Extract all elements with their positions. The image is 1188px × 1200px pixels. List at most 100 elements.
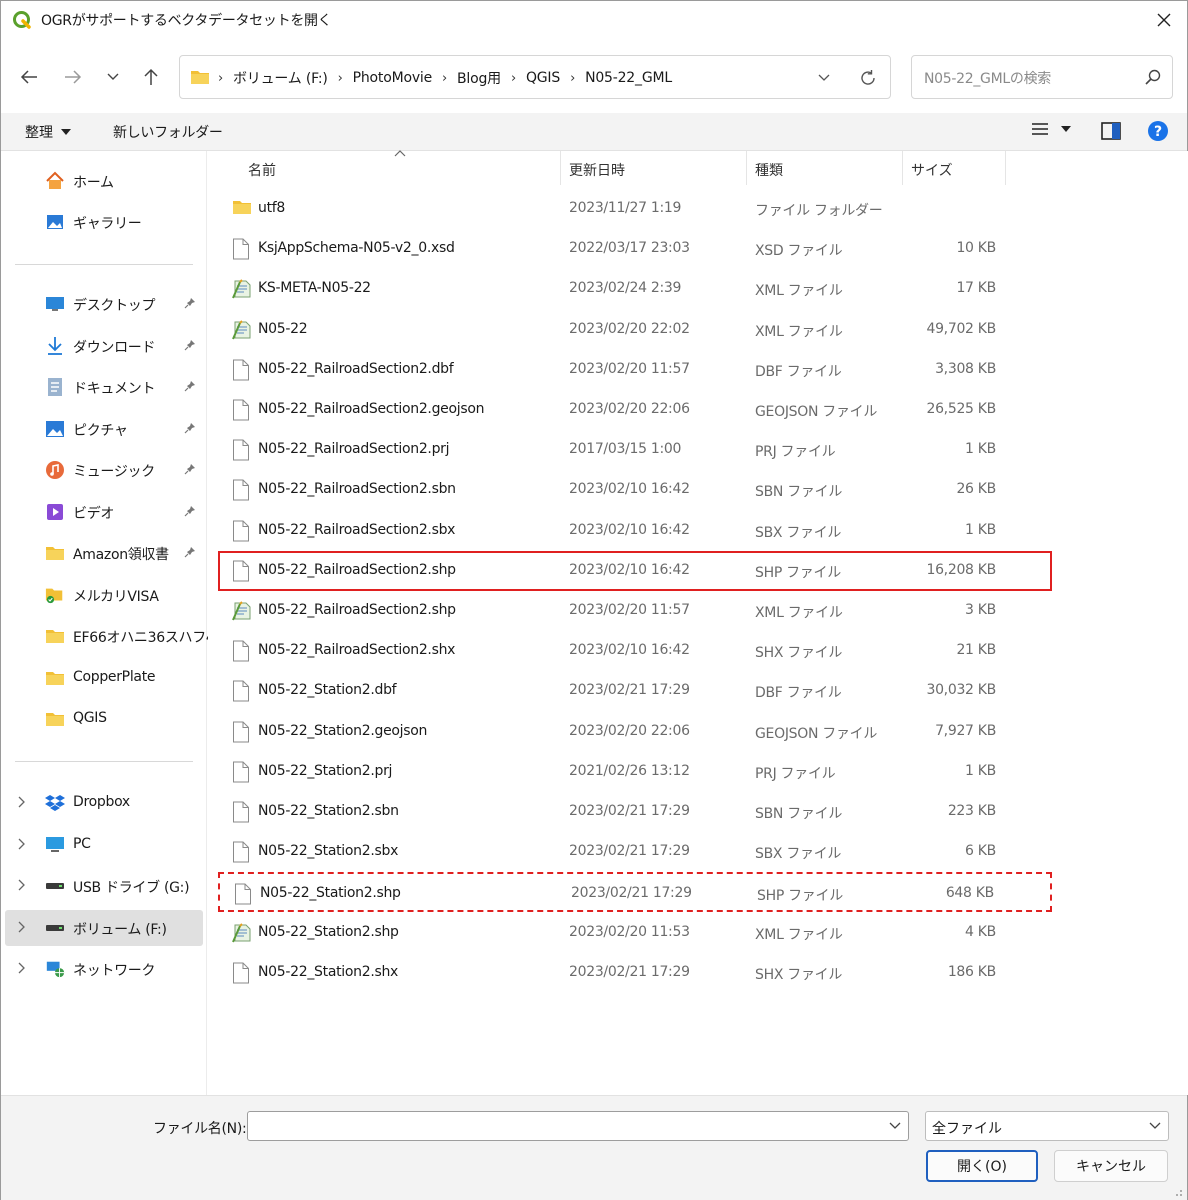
videos-icon [45, 502, 65, 522]
file-row[interactable]: N05-22_Station2.sbx 2023/02/21 17:29 SBX フ… [218, 832, 1052, 872]
file-row[interactable]: N05-22_Station2.dbf 2023/02/21 17:29 DBF フ… [218, 671, 1052, 711]
cancel-button[interactable]: キャンセル [1054, 1150, 1168, 1182]
file-row[interactable]: N05-22_RailroadSection2.shx 2023/02/10 16… [218, 631, 1052, 671]
open-button[interactable]: 開く(O) [926, 1150, 1038, 1182]
filetype-select[interactable]: 全ファイル [925, 1111, 1169, 1141]
back-button[interactable] [15, 63, 43, 91]
file-name: N05-22_Station2.shp [260, 885, 401, 902]
file-type: ファイル フォルダー [755, 203, 883, 219]
file-size: 4 KB [965, 923, 996, 940]
column-header-type[interactable]: 種類 [755, 160, 783, 180]
file-name: N05-22 [258, 320, 308, 337]
file-icon [232, 841, 252, 863]
pin-icon[interactable] [184, 546, 196, 562]
file-name: N05-22_Station2.prj [258, 762, 393, 779]
column-divider[interactable] [560, 151, 561, 185]
sidebar-item-1[interactable]: デスクトップ [1, 286, 205, 322]
column-divider[interactable] [746, 151, 747, 185]
sidebar-location-5[interactable]: ネットワーク [1, 951, 205, 987]
column-divider[interactable] [902, 151, 903, 185]
breadcrumb-n05-22-gml[interactable]: N05-22_GML [585, 70, 672, 86]
sidebar-item-10[interactable]: CopperPlate [1, 660, 205, 696]
help-button[interactable]: ? [1147, 120, 1169, 146]
file-row[interactable]: N05-22_Station2.geojson 2023/02/20 22:06 G… [218, 712, 1052, 752]
sidebar-item-9[interactable]: EF66オハニ36スハフ43 [1, 618, 223, 654]
file-row[interactable]: N05-22_Station2.shp 2023/02/21 17:29 SHP フ… [218, 872, 1052, 913]
file-row[interactable]: N05-22_RailroadSection2.geojson 2023/02/2… [218, 390, 1052, 430]
file-row[interactable]: N05-22_RailroadSection2.sbx 2023/02/10 16… [218, 511, 1052, 551]
up-button[interactable] [137, 63, 165, 91]
chevron-right-icon[interactable] [17, 879, 25, 895]
file-row[interactable]: N05-22_Station2.prj 2021/02/26 13:12 PRJ フ… [218, 752, 1052, 792]
chevron-right-icon[interactable] [17, 921, 25, 937]
filename-input[interactable] [247, 1111, 909, 1141]
chevron-down-icon[interactable] [888, 1118, 902, 1132]
file-modified: 2023/02/20 11:57 [569, 602, 690, 618]
breadcrumb-photomovie[interactable]: PhotoMovie [353, 70, 433, 86]
file-row[interactable]: N05-22_Station2.shp 2023/02/20 11:53 XML フ… [218, 913, 1052, 953]
sidebar-item-home[interactable]: ホーム [1, 163, 205, 199]
sort-ascending-icon [394, 150, 406, 157]
file-row[interactable]: KsjAppSchema-N05-v2_0.xsd 2022/03/17 23:0… [218, 229, 1052, 269]
column-header-modified[interactable]: 更新日時 [569, 160, 625, 180]
file-row[interactable]: N05-22_RailroadSection2.shp 2023/02/10 16… [218, 550, 1052, 591]
sidebar-location-1[interactable]: Dropbox [1, 785, 205, 821]
file-modified: 2023/02/10 16:42 [569, 521, 690, 538]
file-row[interactable]: N05-22_RailroadSection2.shp 2023/02/20 11… [218, 591, 1052, 631]
close-button[interactable] [1149, 5, 1179, 35]
sidebar-item-7[interactable]: Amazon領収書 [1, 535, 205, 571]
sidebar-item-11[interactable]: QGIS [1, 701, 205, 737]
home-icon [45, 171, 65, 191]
column-header-name[interactable]: 名前 [248, 160, 276, 180]
address-bar[interactable]: › ボリューム (F:) › PhotoMovie › Blog用 › QGIS… [179, 55, 891, 99]
file-type: SBX ファイル [755, 524, 842, 541]
sidebar-item-5[interactable]: ミュージック [1, 452, 205, 488]
pin-icon[interactable] [184, 380, 196, 396]
column-header-size[interactable]: サイズ [911, 160, 953, 180]
pin-icon[interactable] [184, 463, 196, 479]
file-row[interactable]: N05-22_Station2.sbn 2023/02/21 17:29 SBN フ… [218, 792, 1052, 832]
file-row[interactable]: N05-22_RailroadSection2.sbn 2023/02/10 16… [218, 470, 1052, 510]
sidebar-item-4[interactable]: ピクチャ [1, 411, 205, 447]
sidebar-item-3[interactable]: ドキュメント [1, 369, 205, 405]
refresh-button[interactable] [856, 66, 880, 90]
file-row[interactable]: KS-META-N05-22 2023/02/24 2:39 XML ファイル 17 … [218, 269, 1052, 309]
pin-icon[interactable] [184, 297, 196, 313]
view-options-button[interactable] [1031, 122, 1071, 136]
search-icon[interactable] [1144, 68, 1162, 86]
folder-icon [191, 71, 209, 84]
address-history-button[interactable] [812, 66, 836, 90]
file-modified: 2022/03/17 23:03 [569, 240, 690, 257]
new-folder-button[interactable]: 新しいフォルダー [113, 122, 223, 142]
sidebar-location-2[interactable]: PC [1, 827, 205, 863]
pin-icon[interactable] [184, 422, 196, 438]
sidebar-location-3[interactable]: USB ドライブ (G:) [1, 868, 205, 904]
file-row[interactable]: utf8 2023/11/27 1:19 ファイル フォルダー [218, 189, 1052, 229]
sidebar-item-6[interactable]: ビデオ [1, 494, 205, 530]
sidebar-item-8[interactable]: メルカリVISA [1, 577, 205, 613]
column-divider[interactable] [1005, 151, 1006, 185]
resize-grip-icon[interactable] [1173, 1187, 1183, 1197]
sidebar-item-2[interactable]: ダウンロード [1, 328, 205, 364]
sidebar-item-gallery[interactable]: ギャラリー [1, 204, 205, 240]
file-row[interactable]: N05-22_Station2.shx 2023/02/21 17:29 SHX フ… [218, 953, 1052, 993]
chevron-right-icon[interactable] [17, 838, 25, 854]
xml-file-icon [232, 600, 252, 622]
chevron-right-icon[interactable] [17, 962, 25, 978]
file-row[interactable]: N05-22_RailroadSection2.dbf 2023/02/20 11… [218, 350, 1052, 390]
pin-icon[interactable] [184, 505, 196, 521]
breadcrumb-blog[interactable]: Blog用 [457, 68, 501, 88]
chevron-right-icon[interactable] [17, 796, 25, 812]
organize-menu-button[interactable]: 整理 [25, 122, 71, 142]
file-name: N05-22_RailroadSection2.sbx [258, 521, 456, 538]
breadcrumb-qgis[interactable]: QGIS [526, 70, 560, 86]
file-row[interactable]: N05-22_RailroadSection2.prj 2017/03/15 1:… [218, 430, 1052, 470]
pin-icon[interactable] [184, 339, 196, 355]
file-row[interactable]: N05-22 2023/02/20 22:02 XML ファイル 49,702 KB [218, 310, 1052, 350]
preview-pane-button[interactable] [1101, 122, 1121, 144]
sidebar-location-4[interactable]: ボリューム (F:) [5, 909, 203, 946]
recent-locations-button[interactable] [99, 63, 127, 91]
forward-button[interactable] [59, 63, 87, 91]
search-input[interactable]: N05-22_GMLの検索 [911, 55, 1173, 99]
breadcrumb-volume[interactable]: ボリューム (F:) [233, 68, 328, 88]
